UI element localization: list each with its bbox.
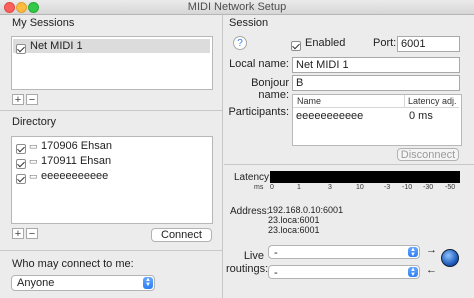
session-enabled-checkbox[interactable] (16, 43, 26, 54)
popup-arrows-icon: ▲ ▼ (408, 267, 418, 278)
disconnect-button[interactable]: Disconnect (397, 148, 459, 161)
title-bar: MIDI Network Setup (0, 0, 474, 15)
routing-input-popup[interactable]: - ▲ ▼ (268, 245, 420, 259)
column-separator (404, 95, 405, 107)
my-sessions-label: My Sessions (12, 17, 75, 29)
local-name-label: Local name: (229, 58, 289, 70)
directory-label: Directory (12, 116, 57, 128)
network-globe-icon (441, 249, 459, 267)
route-in-arrow-icon: → (426, 244, 437, 256)
address-line: 192.168.0.10:6001 (268, 205, 344, 215)
live-routings-label: Live routings: (226, 250, 269, 275)
address-line: 23.loca:6001 (268, 215, 320, 225)
popup-arrows-icon: ▲ ▼ (408, 247, 418, 258)
participants-label: Participants: (228, 106, 289, 118)
session-label: Session (229, 17, 269, 29)
who-may-connect-label: Who may connect to me: (12, 258, 134, 270)
port-field[interactable]: 6001 (397, 36, 460, 52)
left-divider (0, 110, 222, 111)
latency-unit: ms (254, 184, 264, 191)
window-title: MIDI Network Setup (187, 1, 287, 13)
computer-icon: ▭ (29, 156, 38, 166)
latency-tick-label: 1 (297, 184, 301, 191)
latency-tick-label: -10 (402, 184, 413, 191)
bonjour-name-field[interactable]: B (292, 75, 460, 91)
connect-button[interactable]: Connect (151, 228, 212, 242)
address-list: 192.168.0.10:6001 23.loca:6001 23.loca:6… (268, 205, 343, 235)
latency-tick-label: 3 (328, 184, 332, 191)
latency-tick-label: 10 (356, 184, 364, 191)
enabled-label: Enabled (305, 37, 346, 49)
participant-name: eeeeeeeeeee (296, 110, 364, 122)
directory-checkbox[interactable] (16, 143, 26, 154)
local-name-field[interactable]: Net MIDI 1 (292, 57, 460, 73)
directory-checkbox[interactable] (16, 158, 26, 169)
directory-list[interactable]: ▭ 170906 Ehsan ▭ 170911 Ehsan ▭ eeeeeeee… (11, 136, 213, 224)
routing-output-value: - (274, 267, 278, 279)
sessions-list[interactable]: Net MIDI 1 (11, 36, 213, 90)
latency-tick-label: -50 (445, 184, 456, 191)
add-directory-button[interactable]: + (12, 228, 24, 240)
directory-row[interactable]: ▭ 170906 Ehsan (13, 139, 210, 154)
computer-icon: ▭ (29, 171, 38, 181)
address-label: Address: (230, 206, 270, 217)
session-name: Net MIDI 1 (30, 40, 83, 52)
pane-divider (222, 15, 223, 298)
directory-item-name: eeeeeeeeeee (41, 170, 109, 182)
participant-latency: 0 ms (409, 110, 433, 122)
latency-meter (270, 171, 460, 183)
remove-session-button[interactable]: − (26, 94, 38, 106)
add-session-button[interactable]: + (12, 94, 24, 106)
name-column-header[interactable]: Name (297, 96, 321, 106)
port-label: Port: (373, 37, 397, 49)
address-line: 23.loca:6001 (268, 225, 320, 235)
participants-table[interactable]: Name Latency adj. eeeeeeeeeee 0 ms (292, 94, 462, 146)
who-may-connect-popup[interactable]: Anyone ▲ ▼ (11, 275, 155, 291)
routing-input-value: - (274, 247, 278, 259)
popup-arrows-icon: ▲ ▼ (143, 277, 153, 289)
directory-item-name: 170906 Ehsan (41, 140, 112, 152)
remove-directory-button[interactable]: − (26, 228, 38, 240)
bonjour-name-label: Bonjour name: (251, 77, 289, 101)
latency-label: Latency: (234, 172, 272, 183)
directory-checkbox[interactable] (16, 173, 26, 184)
latency-tick-label: -3 (384, 184, 391, 191)
who-may-connect-value: Anyone (17, 277, 55, 289)
participant-row[interactable]: eeeeeeeeeee 0 ms (293, 109, 459, 123)
latency-tick-label: -30 (423, 184, 434, 191)
participants-header: Name Latency adj. (293, 95, 459, 108)
latency-column-header[interactable]: Latency adj. (408, 96, 457, 106)
directory-row[interactable]: ▭ 170911 Ehsan (13, 154, 210, 169)
session-row[interactable]: Net MIDI 1 (13, 39, 210, 54)
left-divider (0, 250, 222, 251)
directory-item-name: 170911 Ehsan (41, 155, 112, 167)
latency-tick-label: 0 (270, 184, 274, 191)
right-divider (224, 164, 474, 165)
directory-row[interactable]: ▭ eeeeeeeeeee (13, 169, 210, 184)
computer-icon: ▭ (29, 141, 38, 151)
routing-output-popup[interactable]: - ▲ ▼ (268, 265, 420, 279)
route-out-arrow-icon: ← (426, 264, 437, 276)
latency-scale: 0 1 3 10 -3 -10 -30 -50 (266, 184, 466, 193)
session-enabled-toggle[interactable] (291, 40, 301, 51)
help-button[interactable]: ? (233, 36, 247, 50)
